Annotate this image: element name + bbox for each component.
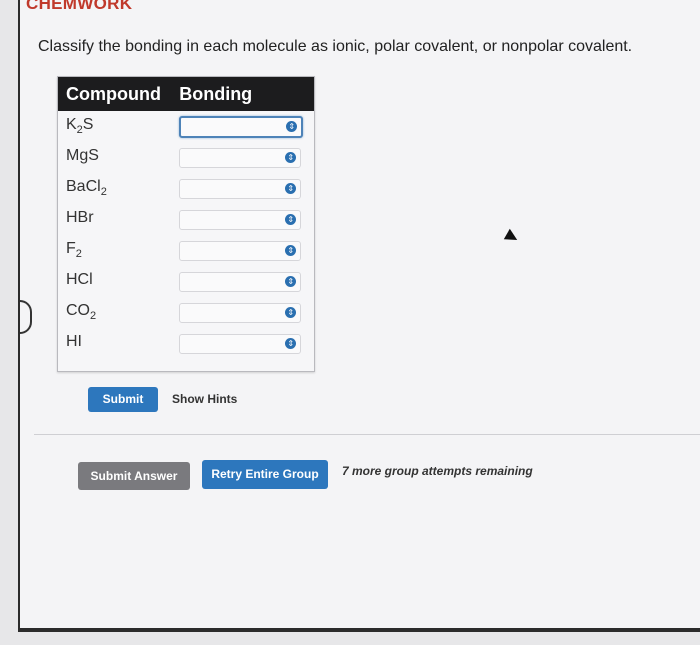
select-chevron-icon: ⇕	[285, 244, 297, 256]
compound-cell: MgS	[66, 147, 99, 165]
select-chevron-icon: ⇕	[286, 120, 298, 132]
table-row: K2S ⇕	[58, 111, 315, 142]
question-prompt: Classify the bonding in each molecule as…	[38, 38, 633, 55]
app-header: CHEMWORK	[26, 0, 133, 13]
compound-cell: BaCl2	[66, 178, 107, 199]
select-chevron-icon: ⇕	[285, 182, 297, 194]
compound-cell: CO2	[66, 302, 97, 323]
bonding-select[interactable]: ⇕	[179, 240, 302, 261]
bonding-select[interactable]: ⇕	[179, 302, 302, 323]
bonding-select[interactable]: ⇕	[179, 147, 302, 168]
compound-cell: F2	[66, 240, 82, 261]
table-row: BaCl2 ⇕	[58, 173, 315, 204]
compound-cell: HCl	[66, 271, 93, 289]
bonding-select[interactable]: ⇕	[179, 271, 302, 292]
table-row: HBr ⇕	[58, 204, 315, 235]
submit-button[interactable]: Submit	[88, 387, 158, 412]
compound-cell: K2S	[66, 116, 94, 137]
table-row: HI ⇕	[58, 328, 315, 372]
compound-cell: HI	[66, 333, 82, 351]
table-row: HCl ⇕	[58, 266, 315, 297]
table-row: CO2 ⇕	[58, 297, 315, 328]
show-hints-link[interactable]: Show Hints	[172, 392, 237, 406]
select-chevron-icon: ⇕	[285, 337, 297, 349]
retry-group-button[interactable]: Retry Entire Group	[202, 460, 328, 489]
bonding-select[interactable]: ⇕	[179, 333, 302, 354]
column-header-compound: Compound	[57, 76, 172, 111]
screen: CHEMWORK Classify the bonding in each mo…	[18, 0, 700, 632]
select-chevron-icon: ⇕	[285, 151, 297, 163]
compound-cell: HBr	[66, 209, 94, 227]
select-chevron-icon: ⇕	[285, 306, 297, 318]
attempts-remaining-text: 7 more group attempts remaining	[342, 464, 533, 478]
table-row: F2 ⇕	[58, 235, 315, 266]
submit-answer-button[interactable]: Submit Answer	[78, 462, 190, 490]
bonding-select[interactable]: ⇕	[179, 115, 304, 138]
column-header-bonding: Bonding	[171, 76, 315, 111]
select-chevron-icon: ⇕	[285, 275, 297, 287]
select-chevron-icon: ⇕	[285, 213, 297, 225]
table-row: MgS ⇕	[58, 142, 315, 173]
bonding-select[interactable]: ⇕	[179, 178, 302, 199]
page-edge	[20, 300, 32, 334]
bonding-table: Compound Bonding K2S ⇕ MgS ⇕ BaCl2 ⇕ HBr…	[57, 76, 315, 372]
bonding-select[interactable]: ⇕	[179, 209, 302, 230]
